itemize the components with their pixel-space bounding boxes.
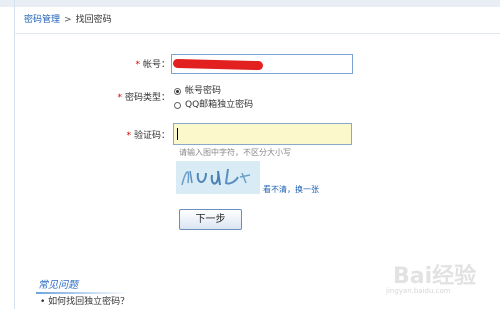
top-bar: [0, 0, 500, 7]
breadcrumb-password-management-link[interactable]: 密码管理: [24, 15, 60, 25]
required-mark: *: [117, 93, 122, 103]
captcha-refresh-link[interactable]: 看不清，换一张: [263, 184, 319, 195]
account-label-text: 帐号：: [142, 60, 170, 70]
text-caret: [177, 128, 178, 140]
captcha-text: hUdt: [201, 169, 235, 185]
watermark-url: jingyan.baidu.com: [386, 287, 451, 295]
faq-title-underline: [36, 292, 128, 294]
breadcrumb-divider: [14, 33, 500, 34]
radio-account-password[interactable]: [174, 88, 181, 95]
account-label: * 帐号：: [120, 59, 170, 71]
captcha-image-svg: hUdt: [181, 168, 251, 186]
breadcrumb-current: 找回密码: [75, 15, 112, 25]
required-mark: *: [135, 60, 140, 70]
left-border: [14, 0, 15, 309]
captcha-image: hUdt: [176, 161, 260, 194]
required-mark: *: [126, 131, 131, 141]
radio-qq-mail-password-label[interactable]: QQ邮箱独立密码: [185, 99, 253, 111]
faq-title: 常见问题: [38, 280, 78, 291]
breadcrumb: 密码管理 > 找回密码: [24, 13, 112, 27]
faq-item[interactable]: • 如何找回独立密码？: [40, 296, 129, 308]
password-type-label-text: 密码类型：: [124, 93, 170, 103]
captcha-hint: 请输入图中字符，不区分大小写: [179, 148, 291, 157]
radio-qq-mail-password[interactable]: [174, 102, 181, 109]
captcha-input[interactable]: [173, 123, 352, 145]
radio-account-password-label[interactable]: 帐号密码: [185, 85, 221, 97]
password-type-label: * 密码类型：: [110, 92, 170, 104]
next-step-button[interactable]: 下一步: [179, 209, 242, 230]
captcha-label: * 验证码：: [120, 130, 170, 142]
breadcrumb-separator: >: [64, 15, 72, 25]
captcha-label-text: 验证码：: [133, 131, 170, 141]
baidu-jingyan-watermark: Bai经验: [393, 264, 477, 289]
